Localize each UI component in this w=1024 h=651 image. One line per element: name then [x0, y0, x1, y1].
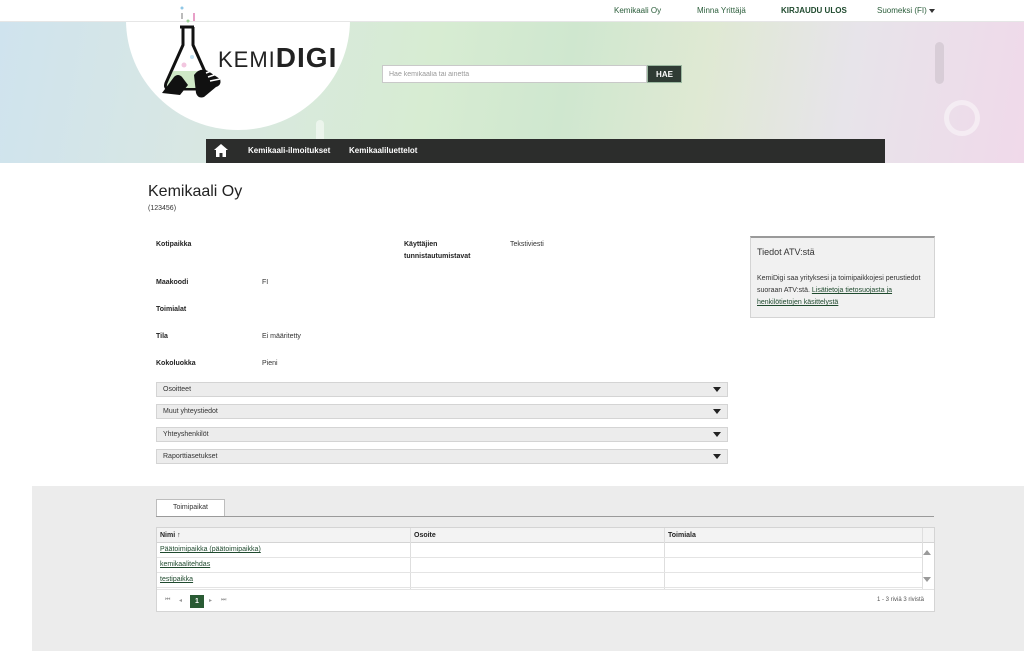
- decor-shape: [935, 42, 944, 84]
- first-page-icon[interactable]: ⏮: [165, 597, 170, 604]
- pager: ⏮ ◂ 1 ▸ ⏭ 1 - 3 riviä 3 rivistä: [157, 589, 934, 611]
- next-page-icon[interactable]: ▸: [209, 597, 212, 604]
- field-label-tunnistautuminen-1: Käyttäjien: [404, 241, 438, 248]
- accordion-raporttiasetukset[interactable]: Raporttiasetukset: [156, 449, 728, 464]
- field-label-kokoluokka: Kokoluokka: [156, 360, 196, 367]
- column-header-toimiala[interactable]: Toimiala: [665, 528, 696, 543]
- chevron-down-icon: [713, 432, 721, 437]
- field-label-kotipaikka: Kotipaikka: [156, 241, 192, 248]
- accordion-label: Yhteyshenkilöt: [163, 431, 209, 438]
- accordion-label: Raporttiasetukset: [163, 453, 218, 460]
- language-label: Suomeksi (FI): [877, 6, 927, 15]
- field-value-maakoodi: FI: [262, 279, 269, 286]
- prev-page-icon[interactable]: ◂: [179, 597, 182, 604]
- logout-link[interactable]: KIRJAUDU ULOS: [781, 6, 847, 15]
- chevron-down-icon: [713, 454, 721, 459]
- atv-info-box: Tiedot ATV:stä KemiDigi saa yrityksesi j…: [750, 236, 935, 318]
- accordion-label: Osoitteet: [163, 386, 192, 393]
- scroll-up-icon[interactable]: [923, 550, 931, 555]
- field-value-tila: Ei määritetty: [262, 333, 301, 340]
- top-bar: Kemikaali Oy Minna Yrittäjä KIRJAUDU ULO…: [0, 0, 1024, 22]
- field-label-tunnistautuminen-2: tunnistautumistavat: [404, 253, 471, 260]
- user-link[interactable]: Minna Yrittäjä: [697, 6, 746, 15]
- nav-item-kemikaali-ilmoitukset[interactable]: Kemikaali-ilmoitukset: [248, 146, 330, 155]
- caret-down-icon: [928, 8, 935, 13]
- accordion-yhteyshenkilot[interactable]: Yhteyshenkilöt: [156, 427, 728, 442]
- row-link-kemikaalitehdas[interactable]: kemikaalitehdas: [160, 561, 210, 568]
- pager-info: 1 - 3 riviä 3 rivistä: [876, 597, 924, 603]
- table-row: Päätoimipaikka (päätoimipaikka): [157, 543, 922, 558]
- row-link-paatoimipaikka[interactable]: Päätoimipaikka (päätoimipaikka): [160, 546, 261, 553]
- company-id: (123456): [148, 205, 177, 212]
- table-header: Nimi ↑ Osoite Toimiala: [157, 528, 934, 543]
- language-dropdown[interactable]: Suomeksi (FI): [877, 6, 935, 15]
- last-page-icon[interactable]: ⏭: [221, 597, 226, 604]
- search-button[interactable]: HAE: [647, 65, 682, 83]
- field-value-tunnistautuminen: Tekstiviesti: [510, 241, 544, 248]
- accordion-osoitteet[interactable]: Osoitteet: [156, 382, 728, 397]
- field-label-toimialat: Toimialat: [156, 306, 187, 313]
- accordion-muut-yhteystiedot[interactable]: Muut yhteystiedot: [156, 404, 728, 419]
- toimipaikat-table: Nimi ↑ Osoite Toimiala Päätoimipaikka (p…: [156, 527, 935, 612]
- home-icon[interactable]: [214, 144, 228, 157]
- search-input[interactable]: [382, 65, 647, 83]
- table-row: kemikaalitehdas: [157, 558, 922, 573]
- main-nav: Kemikaali-ilmoitukset Kemikaaliluettelot: [206, 139, 885, 163]
- page-title: Kemikaali Oy: [148, 183, 243, 200]
- column-header-nimi[interactable]: Nimi ↑: [157, 528, 181, 543]
- table-row: testipaikka: [157, 573, 922, 588]
- scroll-down-icon[interactable]: [923, 577, 931, 582]
- accordion-label: Muut yhteystiedot: [163, 408, 218, 415]
- page-number-current[interactable]: 1: [190, 595, 204, 608]
- logo-text-light: KEMI: [218, 47, 276, 72]
- field-label-maakoodi: Maakoodi: [156, 279, 189, 286]
- column-header-osoite[interactable]: Osoite: [411, 528, 436, 543]
- logo-wordmark: KEMIDIGI: [218, 42, 337, 74]
- field-value-kokoluokka: Pieni: [262, 360, 278, 367]
- tab-toimipaikat[interactable]: Toimipaikat: [156, 499, 225, 516]
- field-label-tila: Tila: [156, 333, 168, 340]
- chevron-down-icon: [713, 409, 721, 414]
- company-link[interactable]: Kemikaali Oy: [614, 6, 661, 15]
- info-box-text: KemiDigi saa yrityksesi ja toimipaikkoje…: [757, 273, 929, 309]
- nav-item-kemikaaliluettelot[interactable]: Kemikaaliluettelot: [349, 146, 417, 155]
- decor-ring: [944, 100, 980, 136]
- row-link-testipaikka[interactable]: testipaikka: [160, 576, 193, 583]
- logo-text-bold: DIGI: [275, 42, 338, 73]
- tab-divider: [156, 516, 934, 517]
- info-box-title: Tiedot ATV:stä: [757, 247, 815, 257]
- chevron-down-icon: [713, 387, 721, 392]
